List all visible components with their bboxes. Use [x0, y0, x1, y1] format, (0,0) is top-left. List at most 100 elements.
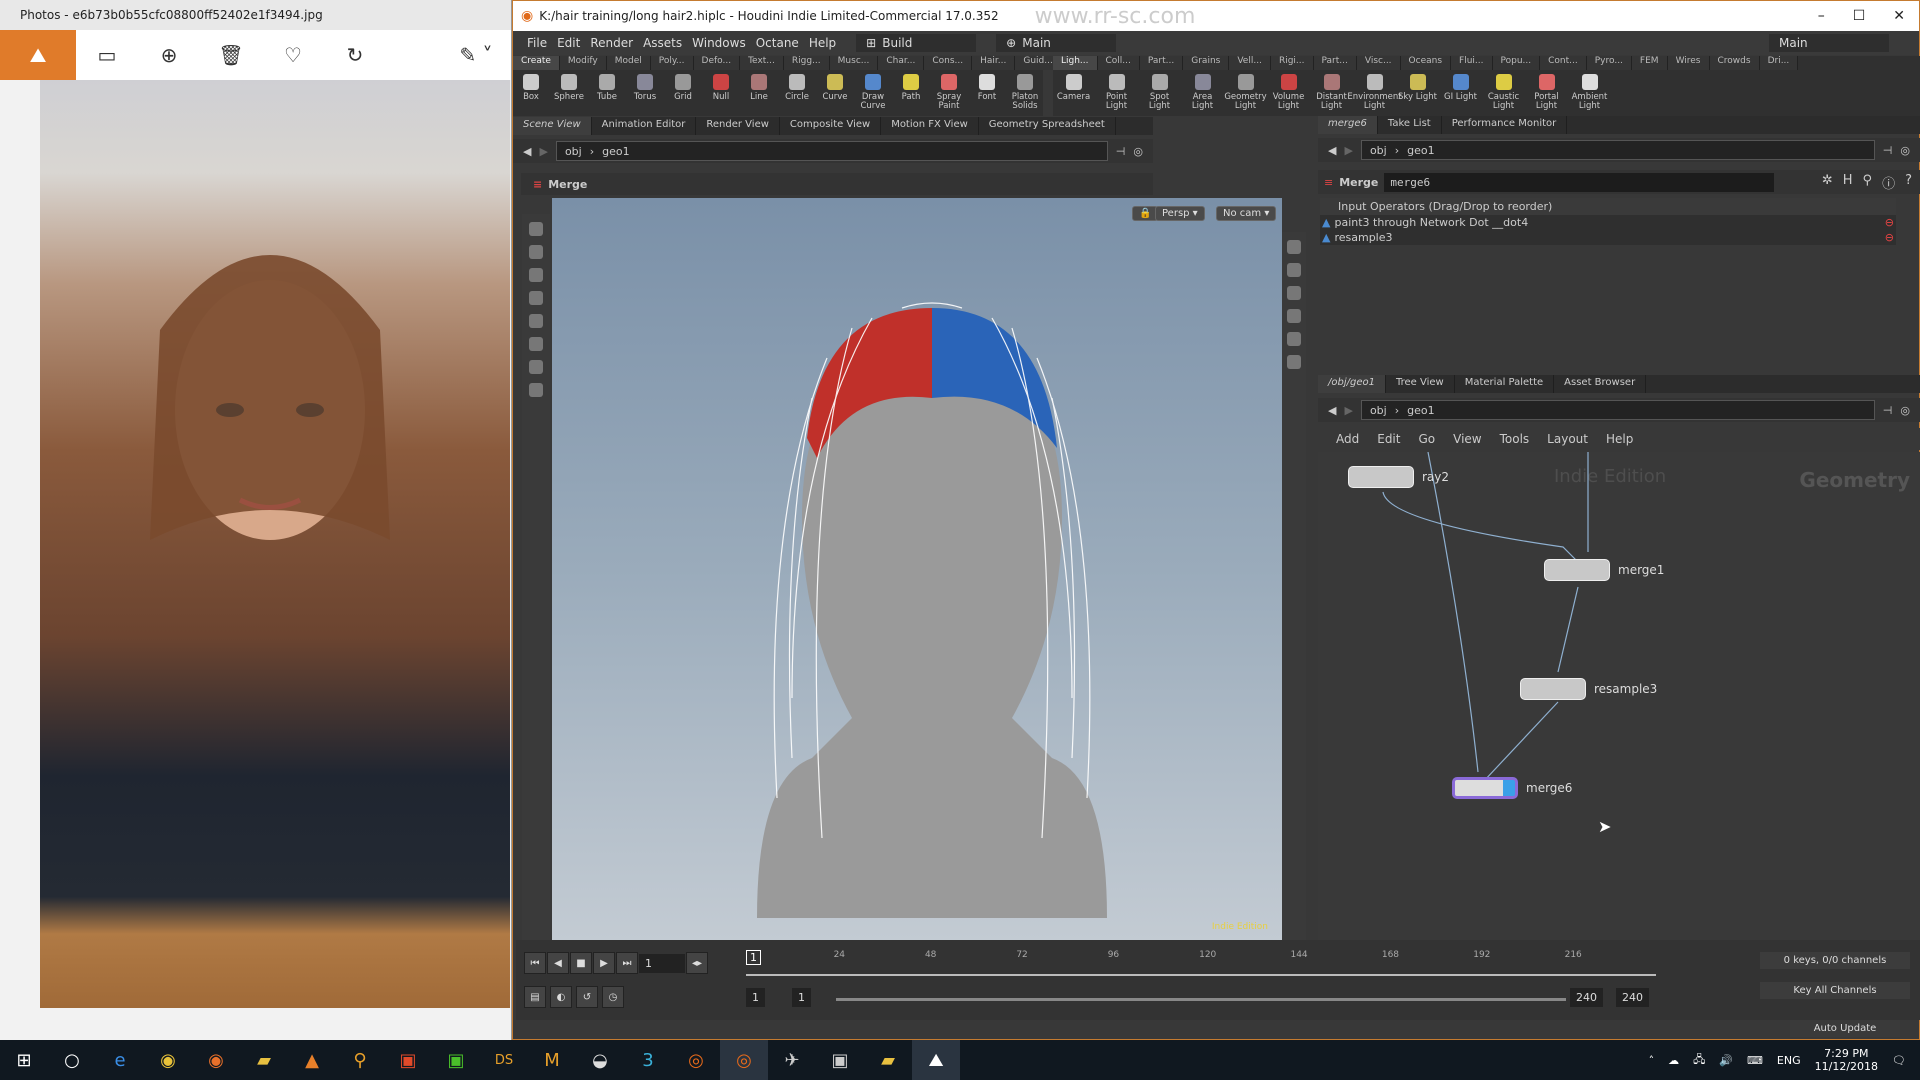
edit-icon[interactable]: ✎ ˅ [441, 30, 511, 80]
playback-end-field[interactable]: 240 [1570, 988, 1603, 1007]
volume-icon[interactable]: 🔊 [1719, 1054, 1733, 1067]
tool-line[interactable]: Line [741, 74, 777, 111]
tab-hair-[interactable]: Hair... [972, 56, 1016, 70]
tab-part-[interactable]: Part... [1139, 56, 1184, 70]
app-icon[interactable]: ⚲ [336, 1040, 384, 1080]
play-button[interactable]: ▶ [593, 952, 615, 974]
stop-button[interactable]: ■ [570, 952, 592, 974]
tool-platon-solids[interactable]: Platon Solids [1007, 74, 1043, 111]
node-merge6[interactable]: merge6 [1452, 777, 1572, 799]
chevron-up-icon[interactable]: ˄ [1649, 1054, 1655, 1067]
tool-spray-paint[interactable]: Spray Paint [931, 74, 967, 111]
shading-icon[interactable] [1287, 332, 1301, 346]
menu-add[interactable]: Add [1336, 432, 1359, 446]
node-ray2[interactable]: ray2 [1348, 466, 1449, 488]
pin-icon[interactable]: ⊣ [1116, 145, 1126, 158]
move-tool-icon[interactable] [529, 245, 543, 259]
tab-char-[interactable]: Char... [878, 56, 925, 70]
tab-grains[interactable]: Grains [1183, 56, 1230, 70]
tab-fem[interactable]: FEM [1631, 56, 1668, 70]
play-reverse-button[interactable]: ◀ [547, 952, 569, 974]
node-resample3[interactable]: resample3 [1520, 678, 1657, 700]
snap-tool-icon[interactable] [529, 383, 543, 397]
list-item[interactable]: ▲ resample3 ⊖ [1320, 230, 1896, 245]
language-indicator[interactable]: ENG [1777, 1054, 1801, 1067]
auto-update-menu[interactable]: Auto Update [1790, 1020, 1900, 1037]
app-icon[interactable]: M [528, 1040, 576, 1080]
tab-rigi-[interactable]: Rigi... [1270, 56, 1314, 70]
tab-take-list[interactable]: Take List [1378, 116, 1442, 134]
jump-end-button[interactable]: ⏭ [616, 952, 638, 974]
main-right-selector[interactable]: Main [1769, 34, 1889, 52]
tab-model[interactable]: Model [606, 56, 651, 70]
houdini-icon[interactable]: ◎ [720, 1040, 768, 1080]
tab-modify[interactable]: Modify [559, 56, 607, 70]
range-slider[interactable] [836, 998, 1566, 1001]
pin-icon[interactable]: ⊣ [1883, 404, 1893, 417]
loop-icon[interactable]: ↺ [576, 986, 598, 1008]
delete-icon[interactable]: 🗑 [200, 30, 262, 80]
minimize-button[interactable]: – [1818, 8, 1825, 24]
back-icon[interactable]: ◀ [1328, 144, 1336, 157]
tab-tree-view[interactable]: Tree View [1386, 375, 1455, 393]
tool-caustic-light[interactable]: Caustic Light [1483, 74, 1524, 111]
tool-spot-light[interactable]: Spot Light [1139, 74, 1180, 111]
menu-layout[interactable]: Layout [1547, 432, 1588, 446]
tool-portal-light[interactable]: Portal Light [1526, 74, 1567, 111]
menu-octane[interactable]: Octane [756, 36, 799, 50]
timeline-scrubber[interactable]: 1 24 48 72 96 120 144 168 192 216 [746, 950, 1656, 976]
search-icon[interactable]: ⚲ [1863, 173, 1873, 192]
help-h-icon[interactable]: H [1843, 173, 1853, 192]
tab-pyro-[interactable]: Pyro... [1586, 56, 1632, 70]
app-icon[interactable]: ▣ [384, 1040, 432, 1080]
handle-tool-icon[interactable] [529, 314, 543, 328]
gear-icon[interactable]: ✲ [1822, 173, 1833, 192]
forward-icon[interactable]: ▶ [1344, 144, 1352, 157]
path-geo1[interactable]: geo1 [1407, 144, 1434, 157]
tab-asset-browser[interactable]: Asset Browser [1554, 375, 1647, 393]
menu-edit[interactable]: Edit [557, 36, 580, 50]
tool-gi-light[interactable]: GI Light [1440, 74, 1481, 111]
maximize-button[interactable]: ☐ [1853, 8, 1866, 24]
move-up-icon[interactable]: ▲ [1322, 231, 1330, 244]
daz-icon[interactable]: DS [480, 1040, 528, 1080]
link-icon[interactable]: ◎ [1900, 144, 1910, 157]
tab-geometry-spreadsheet[interactable]: Geometry Spreadsheet [979, 117, 1116, 135]
tool-distant-light[interactable]: Distant Light [1311, 74, 1352, 111]
desktop-selector[interactable]: ⊞ Build [856, 34, 977, 52]
jump-start-button[interactable]: ⏮ [524, 952, 546, 974]
node-name-field[interactable]: merge6 [1384, 172, 1775, 192]
scene-viewport[interactable]: 🔒 Persp ▾ No cam ▾ Indie Edition [552, 198, 1282, 940]
tab-material-palette[interactable]: Material Palette [1455, 375, 1555, 393]
app-icon[interactable]: ▣ [432, 1040, 480, 1080]
tab-popu-[interactable]: Popu... [1492, 56, 1541, 70]
tool-ambient-light[interactable]: Ambient Light [1569, 74, 1610, 111]
magnet-tool-icon[interactable] [529, 360, 543, 374]
key-all-channels-menu[interactable]: Key All Channels [1760, 982, 1910, 999]
frame-field[interactable]: 1 [639, 953, 685, 973]
visibility-icon[interactable] [1287, 286, 1301, 300]
remove-icon[interactable]: ⊖ [1885, 216, 1894, 229]
tab-oceans[interactable]: Oceans [1400, 56, 1452, 70]
realtime-icon[interactable]: ▤ [524, 986, 546, 1008]
tab-coll-[interactable]: Coll... [1097, 56, 1140, 70]
close-button[interactable]: ✕ [1893, 8, 1905, 24]
tab-cont-[interactable]: Cont... [1540, 56, 1587, 70]
tool-geometry-light[interactable]: Geometry Light [1224, 74, 1267, 111]
tab-render-view[interactable]: Render View [696, 117, 780, 135]
start-icon[interactable]: ⊞ [0, 1040, 48, 1080]
menu-render[interactable]: Render [590, 36, 633, 50]
menu-tools[interactable]: Tools [1500, 432, 1530, 446]
tab-composite-view[interactable]: Composite View [780, 117, 882, 135]
rotate-icon[interactable]: ↻ [324, 30, 386, 80]
tab-motion-fx-view[interactable]: Motion FX View [881, 117, 979, 135]
keyboard-icon[interactable]: ⌨ [1747, 1054, 1763, 1067]
tab-dri-[interactable]: Dri... [1759, 56, 1799, 70]
path-geo1[interactable]: geo1 [1407, 404, 1434, 417]
tab-animation-editor[interactable]: Animation Editor [592, 117, 697, 135]
menu-file[interactable]: File [527, 36, 547, 50]
current-frame-marker[interactable]: 1 [746, 950, 761, 965]
snapshot-icon[interactable] [1287, 355, 1301, 369]
edge-icon[interactable]: e [96, 1040, 144, 1080]
app-icon[interactable]: ✈ [768, 1040, 816, 1080]
